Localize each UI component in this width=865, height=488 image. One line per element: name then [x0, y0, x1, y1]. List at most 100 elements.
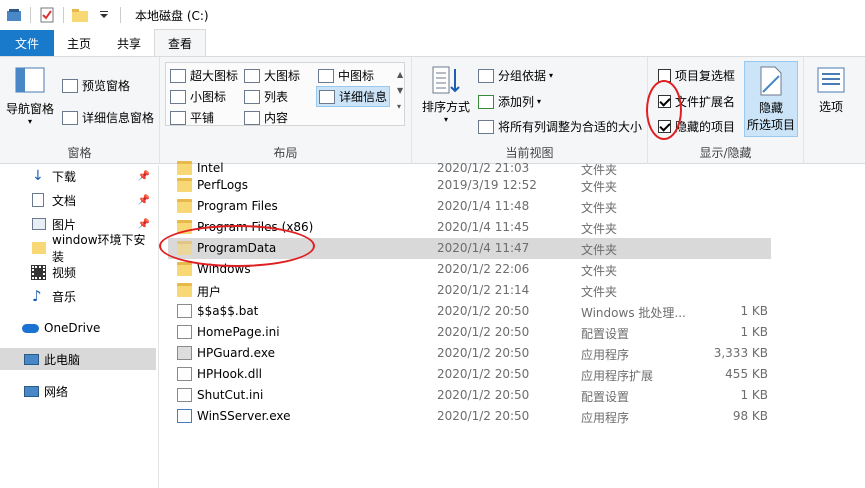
- list-item[interactable]: 用户 2020/1/2 21:14 文件夹: [168, 280, 771, 301]
- details-icon: [319, 89, 335, 104]
- preview-pane-label: 预览窗格: [82, 79, 131, 93]
- pin-icon[interactable]: 📌: [138, 171, 150, 182]
- hidden-items-label: 隐藏的项目: [675, 120, 736, 134]
- new-folder-icon[interactable]: [72, 7, 88, 23]
- sort-by-icon: [432, 66, 460, 94]
- options-icon: [817, 67, 845, 93]
- list-item[interactable]: HPHook.dll 2020/1/2 20:50 应用程序扩展 455 KB: [168, 364, 771, 385]
- options-button[interactable]: 选项: [806, 67, 856, 115]
- extra-large-label: 超大图标: [190, 69, 239, 83]
- hide-selected-button[interactable]: 隐藏 所选项目: [744, 61, 798, 137]
- file-size: 1 KB: [740, 325, 768, 339]
- tab-home[interactable]: 主页: [54, 30, 104, 56]
- settings-file-icon: [177, 388, 192, 402]
- window-title: 本地磁盘 (C:): [135, 8, 209, 23]
- size-all-columns-button[interactable]: 将所有列调整为合适的大小: [478, 118, 642, 135]
- layout-content[interactable]: 内容: [244, 109, 288, 126]
- divider: [120, 7, 121, 23]
- list-item[interactable]: PerfLogs 2019/3/19 12:52 文件夹: [168, 175, 771, 196]
- list-item[interactable]: ShutCut.ini 2020/1/2 20:50 配置设置 1 KB: [168, 385, 771, 406]
- customize-toolbar-icon[interactable]: [96, 7, 112, 23]
- batch-file-icon: [177, 304, 192, 318]
- chevron-down-icon: ▾: [27, 117, 32, 126]
- picture-icon: [32, 218, 46, 230]
- file-name: 用户: [197, 285, 222, 299]
- properties-icon[interactable]: [39, 7, 55, 23]
- layout-details[interactable]: 详细信息: [316, 86, 391, 107]
- list-item[interactable]: Program Files 2020/1/4 11:48 文件夹: [168, 196, 771, 217]
- nav-item-downloads[interactable]: ↓ 下载 📌: [0, 165, 156, 187]
- file-date: 2020/1/2 20:50: [437, 409, 530, 423]
- file-type: 配置设置: [581, 390, 630, 404]
- add-columns-button[interactable]: 添加列 ▾: [478, 93, 541, 110]
- pin-icon[interactable]: 📌: [138, 219, 150, 230]
- details-label: 详细信息: [339, 90, 388, 104]
- nav-item-label: 视频: [52, 265, 77, 280]
- file-type: Windows 批处理...: [581, 306, 686, 320]
- file-name: WinSServer.exe: [197, 409, 291, 423]
- list-item[interactable]: WinSServer.exe 2020/1/2 20:50 应用程序 98 KB: [168, 406, 771, 427]
- nav-pane-label: 导航窗格: [5, 102, 54, 116]
- nav-item-network[interactable]: 网络: [0, 380, 156, 402]
- tab-file[interactable]: 文件: [0, 30, 54, 56]
- list-item[interactable]: $$a$$.bat 2020/1/2 20:50 Windows 批处理... …: [168, 301, 771, 322]
- details-pane-button[interactable]: 详细信息窗格: [62, 109, 154, 126]
- nav-pane-button[interactable]: 导航窗格 ▾: [4, 67, 56, 126]
- hide-selected-label-1: 隐藏: [758, 101, 783, 115]
- file-size: 1 KB: [740, 388, 768, 402]
- file-name: $$a$$.bat: [197, 304, 259, 318]
- layout-large-icons[interactable]: 大图标: [244, 67, 300, 84]
- nav-item-window-install[interactable]: window环境下安装: [0, 233, 156, 264]
- layout-tiles[interactable]: 平铺: [170, 109, 214, 126]
- nav-item-onedrive[interactable]: OneDrive: [0, 317, 156, 339]
- folder-icon: [32, 242, 46, 254]
- divider: [30, 7, 31, 23]
- nav-item-label: OneDrive: [44, 321, 101, 335]
- nav-item-documents[interactable]: 文档 📌: [0, 189, 156, 211]
- file-date: 2020/1/2 21:03: [437, 161, 530, 175]
- tab-view[interactable]: 查看: [154, 29, 207, 56]
- sort-by-button[interactable]: 排序方式 ▾: [418, 65, 474, 124]
- nav-item-videos[interactable]: 视频: [0, 261, 156, 283]
- annotation-circle-checkboxes: [646, 80, 682, 140]
- tab-share[interactable]: 共享: [104, 30, 154, 56]
- video-icon: [31, 264, 46, 280]
- chevron-down-icon: ▾: [443, 115, 448, 124]
- pin-icon[interactable]: 📌: [138, 195, 150, 206]
- folder-icon: [177, 262, 192, 276]
- file-name: Program Files: [197, 199, 278, 213]
- medium-label: 中图标: [338, 69, 375, 83]
- file-type: 应用程序扩展: [581, 369, 654, 383]
- title-bar: 本地磁盘 (C:): [0, 0, 865, 30]
- pane-divider[interactable]: [158, 165, 159, 488]
- nav-item-label: 图片: [52, 217, 77, 232]
- nav-item-music[interactable]: ♪ 音乐: [0, 285, 156, 307]
- chevron-down-icon: ▾: [537, 97, 542, 106]
- item-checkboxes-label: 项目复选框: [675, 69, 736, 83]
- hide-selected-icon: [760, 66, 782, 96]
- settings-file-icon: [177, 325, 192, 339]
- group-by-button[interactable]: 分组依据 ▾: [478, 67, 553, 84]
- list-icon: [244, 89, 260, 104]
- list-item[interactable]: HPGuard.exe 2020/1/2 20:50 应用程序 3,333 KB: [168, 343, 771, 364]
- gallery-scroll[interactable]: ▲ ▼ ▾: [397, 67, 403, 115]
- application-icon: [177, 346, 192, 360]
- folder-properties-icon[interactable]: [6, 7, 22, 23]
- nav-item-this-pc[interactable]: 此电脑: [0, 348, 156, 370]
- file-date: 2020/1/2 22:06: [437, 262, 530, 276]
- file-date: 2020/1/4 11:45: [437, 220, 530, 234]
- file-type: 文件夹: [581, 201, 618, 215]
- layout-medium-icons[interactable]: 中图标: [318, 67, 374, 84]
- nav-pane-icon: [15, 67, 45, 93]
- layout-small-icons[interactable]: 小图标: [170, 88, 226, 105]
- navigation-pane: ↓ 下载 📌 文档 📌 图片 📌 window环境下安装 视频 ♪ 音乐 One…: [0, 165, 158, 488]
- list-item[interactable]: HomePage.ini 2020/1/2 20:50 配置设置 1 KB: [168, 322, 771, 343]
- nav-item-label: 下载: [52, 169, 77, 184]
- options-label: 选项: [818, 100, 843, 114]
- nav-item-label: window环境下安装: [52, 233, 146, 264]
- file-size: 98 KB: [732, 409, 768, 423]
- file-type: 配置设置: [581, 327, 630, 341]
- layout-list[interactable]: 列表: [244, 88, 288, 105]
- layout-extra-large-icons[interactable]: 超大图标: [170, 67, 238, 84]
- preview-pane-button[interactable]: 预览窗格: [62, 77, 130, 94]
